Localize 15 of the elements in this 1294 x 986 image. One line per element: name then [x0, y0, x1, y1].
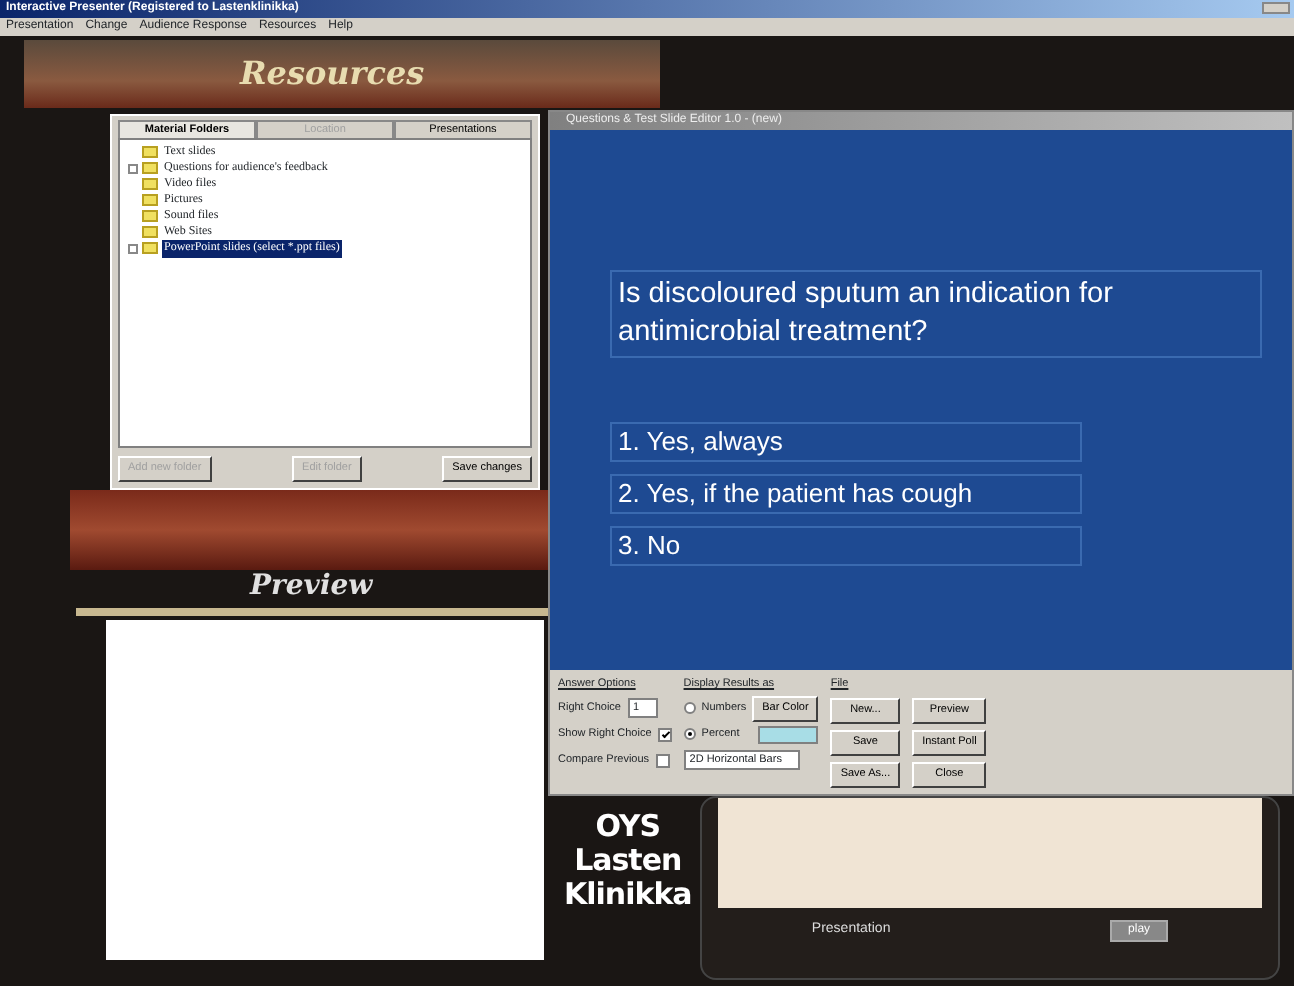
- resources-heading: Resources: [240, 52, 425, 96]
- color-swatch: [758, 725, 819, 744]
- radio-button[interactable]: [683, 728, 696, 741]
- preview-heading: Preview: [250, 568, 373, 606]
- expand-icon[interactable]: [128, 163, 138, 173]
- radio-button[interactable]: [683, 702, 696, 715]
- answer-text: 2. Yes, if the patient has cough: [610, 474, 1082, 514]
- answer-text: 3. No: [610, 526, 1082, 566]
- question-text: Is discoloured sputum an indication for antimicrobial treatment?: [610, 270, 1262, 358]
- checkbox[interactable]: [657, 727, 672, 742]
- expand-icon[interactable]: [128, 243, 138, 253]
- answer-text: 1. Yes, always: [610, 422, 1082, 462]
- logo-text: OYS Lasten Klinikka: [564, 810, 692, 912]
- window-controls[interactable]: [1262, 2, 1290, 14]
- checkbox[interactable]: [655, 753, 670, 768]
